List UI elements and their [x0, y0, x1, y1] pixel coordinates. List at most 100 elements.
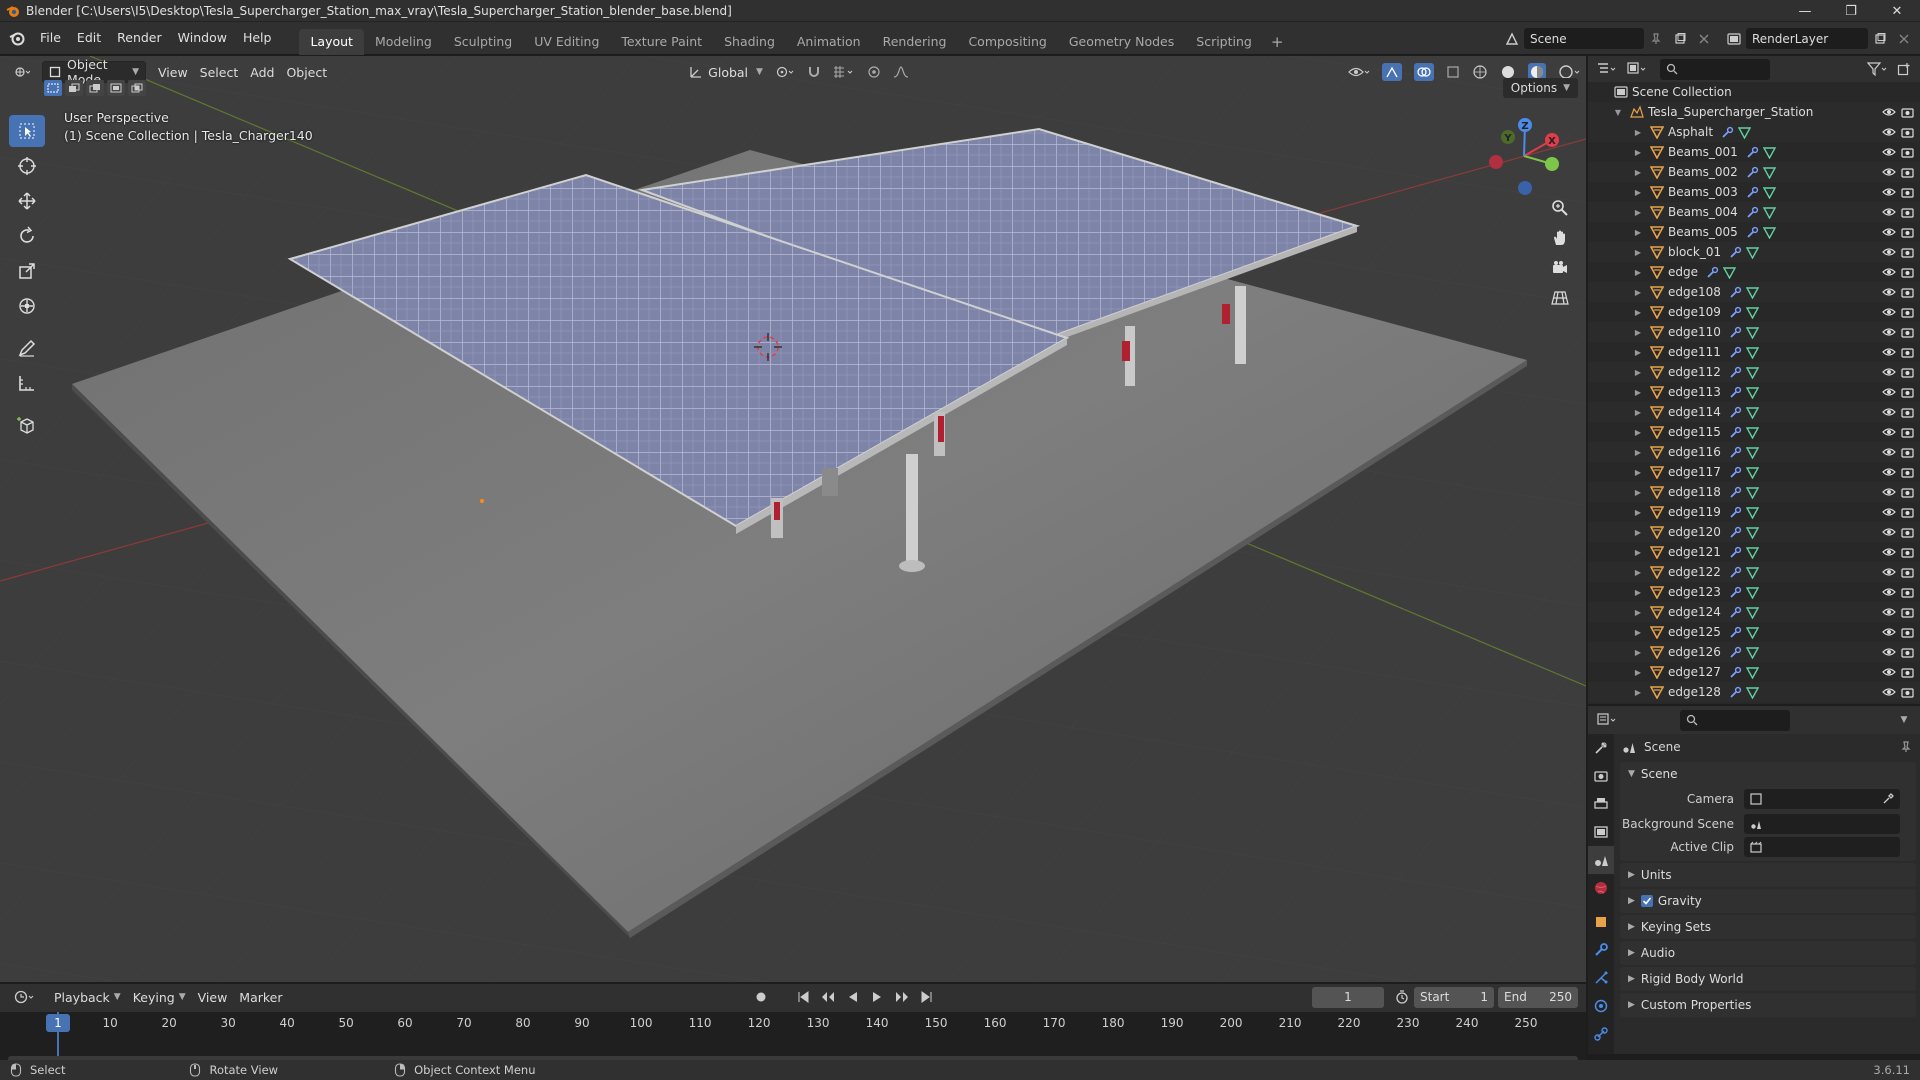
- background-scene-field[interactable]: [1744, 813, 1900, 834]
- render-camera-icon[interactable]: [1901, 147, 1914, 158]
- expand-right-icon[interactable]: ▶: [1632, 508, 1644, 517]
- outliner-object-row[interactable]: ▶ edge110: [1588, 322, 1920, 342]
- timeline-editor-type-button[interactable]: [8, 986, 42, 1008]
- expand-right-icon[interactable]: ▶: [1632, 488, 1644, 497]
- outliner-object-row[interactable]: ▶ edge118: [1588, 482, 1920, 502]
- expand-right-icon[interactable]: ▶: [1632, 248, 1644, 257]
- expand-right-icon[interactable]: ▶: [1632, 588, 1644, 597]
- play-button[interactable]: [865, 986, 889, 1008]
- scene-selector[interactable]: Scene: [1524, 28, 1644, 49]
- expand-right-icon[interactable]: ▶: [1632, 688, 1644, 697]
- render-camera-icon[interactable]: [1901, 627, 1914, 638]
- visibility-eye-icon[interactable]: [1882, 467, 1896, 477]
- restore-button[interactable]: ❐: [1828, 0, 1874, 22]
- render-camera-icon[interactable]: [1901, 467, 1914, 478]
- minimize-button[interactable]: —: [1782, 0, 1828, 22]
- visibility-eye-icon[interactable]: [1882, 427, 1896, 437]
- visibility-eye-icon[interactable]: [1882, 207, 1896, 217]
- measure-tool[interactable]: [9, 367, 45, 399]
- timeline-view-menu[interactable]: View: [192, 986, 234, 1008]
- render-camera-icon[interactable]: [1901, 487, 1914, 498]
- outliner-object-row[interactable]: ▶ Beams_005: [1588, 222, 1920, 242]
- mesh-data-icon[interactable]: [1745, 386, 1759, 399]
- visibility-eye-icon[interactable]: [1882, 667, 1896, 677]
- tab-compositing[interactable]: Compositing: [957, 29, 1057, 55]
- gravity-checkbox[interactable]: [1640, 895, 1653, 907]
- modifier-wrench-icon[interactable]: [1729, 326, 1742, 339]
- outliner-object-row[interactable]: ▶ block_01: [1588, 242, 1920, 262]
- expand-right-icon[interactable]: ▶: [1632, 628, 1644, 637]
- tab-render[interactable]: [1588, 762, 1614, 790]
- modifier-wrench-icon[interactable]: [1729, 626, 1742, 639]
- camera-field[interactable]: [1744, 788, 1900, 809]
- keying-sets-panel[interactable]: ▶ Keying Sets: [1620, 915, 1916, 939]
- outliner-object-row[interactable]: ▶ Asphalt: [1588, 122, 1920, 142]
- menu-edit[interactable]: Edit: [69, 26, 109, 50]
- render-camera-icon[interactable]: [1901, 207, 1914, 218]
- select-extend-icon[interactable]: [65, 80, 83, 96]
- visibility-eye-icon[interactable]: [1882, 247, 1896, 257]
- mesh-data-icon[interactable]: [1745, 406, 1759, 419]
- modifier-wrench-icon[interactable]: [1729, 566, 1742, 579]
- tab-particles[interactable]: [1588, 964, 1614, 992]
- scene-browse-icon[interactable]: [1500, 27, 1524, 51]
- render-camera-icon[interactable]: [1901, 427, 1914, 438]
- visibility-eye-icon[interactable]: [1882, 287, 1896, 297]
- visibility-eye-icon[interactable]: [1882, 167, 1896, 177]
- outliner-object-row[interactable]: ▶ edge124: [1588, 602, 1920, 622]
- expand-right-icon[interactable]: ▶: [1632, 128, 1644, 137]
- gravity-panel-header[interactable]: ▶ Gravity: [1620, 889, 1916, 913]
- use-preview-range-toggle[interactable]: [1390, 985, 1414, 1009]
- mesh-data-icon[interactable]: [1762, 206, 1776, 219]
- annotate-tool[interactable]: [9, 332, 45, 364]
- mesh-data-icon[interactable]: [1745, 466, 1759, 479]
- outliner-object-row[interactable]: ▶ Beams_001: [1588, 142, 1920, 162]
- transform-orientation-dropdown[interactable]: Global ▼: [683, 61, 769, 83]
- tab-physics[interactable]: [1588, 992, 1614, 1020]
- proportional-editing-toggle[interactable]: [861, 61, 887, 83]
- outliner-object-row[interactable]: ▶ edge111: [1588, 342, 1920, 362]
- tab-world[interactable]: [1588, 874, 1614, 902]
- delete-scene-icon[interactable]: [1692, 27, 1716, 51]
- select-subtract-icon[interactable]: [86, 80, 104, 96]
- blender-menu-icon[interactable]: [2, 22, 32, 55]
- overlays-toggle[interactable]: [1408, 61, 1440, 83]
- transform-tool[interactable]: [9, 290, 45, 322]
- visibility-eye-icon[interactable]: [1882, 487, 1896, 497]
- outliner-object-row[interactable]: ▶ edge114: [1588, 402, 1920, 422]
- visibility-eye-icon[interactable]: [1882, 407, 1896, 417]
- mesh-data-icon[interactable]: [1745, 446, 1759, 459]
- keying-sets-panel-header[interactable]: ▶ Keying Sets: [1620, 915, 1916, 939]
- modifier-wrench-icon[interactable]: [1746, 166, 1759, 179]
- menu-select[interactable]: Select: [194, 61, 245, 83]
- falloff-button[interactable]: [887, 61, 915, 83]
- modifier-wrench-icon[interactable]: [1746, 226, 1759, 239]
- current-frame-field[interactable]: 1: [1312, 986, 1384, 1008]
- modifier-wrench-icon[interactable]: [1729, 666, 1742, 679]
- marker-menu[interactable]: Marker: [233, 986, 288, 1008]
- visibility-eye-icon[interactable]: [1882, 147, 1896, 157]
- expand-right-icon[interactable]: ▶: [1632, 468, 1644, 477]
- display-mode-button[interactable]: [1622, 57, 1652, 81]
- render-camera-icon[interactable]: [1901, 607, 1914, 618]
- active-clip-field[interactable]: [1744, 836, 1900, 857]
- render-camera-icon[interactable]: [1901, 567, 1914, 578]
- visibility-eye-icon[interactable]: [1882, 267, 1896, 277]
- scene-panel-header[interactable]: ▼ Scene: [1620, 762, 1916, 786]
- mesh-data-icon[interactable]: [1745, 426, 1759, 439]
- visibility-eye-icon[interactable]: [1882, 227, 1896, 237]
- next-keyframe-button[interactable]: [889, 986, 915, 1008]
- mesh-data-icon[interactable]: [1762, 186, 1776, 199]
- expand-right-icon[interactable]: ▶: [1632, 228, 1644, 237]
- audio-panel[interactable]: ▶ Audio: [1620, 941, 1916, 965]
- mesh-data-icon[interactable]: [1745, 646, 1759, 659]
- mesh-data-icon[interactable]: [1745, 306, 1759, 319]
- mesh-data-icon[interactable]: [1745, 526, 1759, 539]
- expand-right-icon[interactable]: ▶: [1632, 608, 1644, 617]
- mesh-data-icon[interactable]: [1762, 226, 1776, 239]
- visibility-eye-icon[interactable]: [1882, 447, 1896, 457]
- render-camera-icon[interactable]: [1901, 367, 1914, 378]
- tab-geometry-nodes[interactable]: Geometry Nodes: [1058, 29, 1185, 55]
- mesh-data-icon[interactable]: [1738, 126, 1752, 139]
- expand-right-icon[interactable]: ▶: [1632, 208, 1644, 217]
